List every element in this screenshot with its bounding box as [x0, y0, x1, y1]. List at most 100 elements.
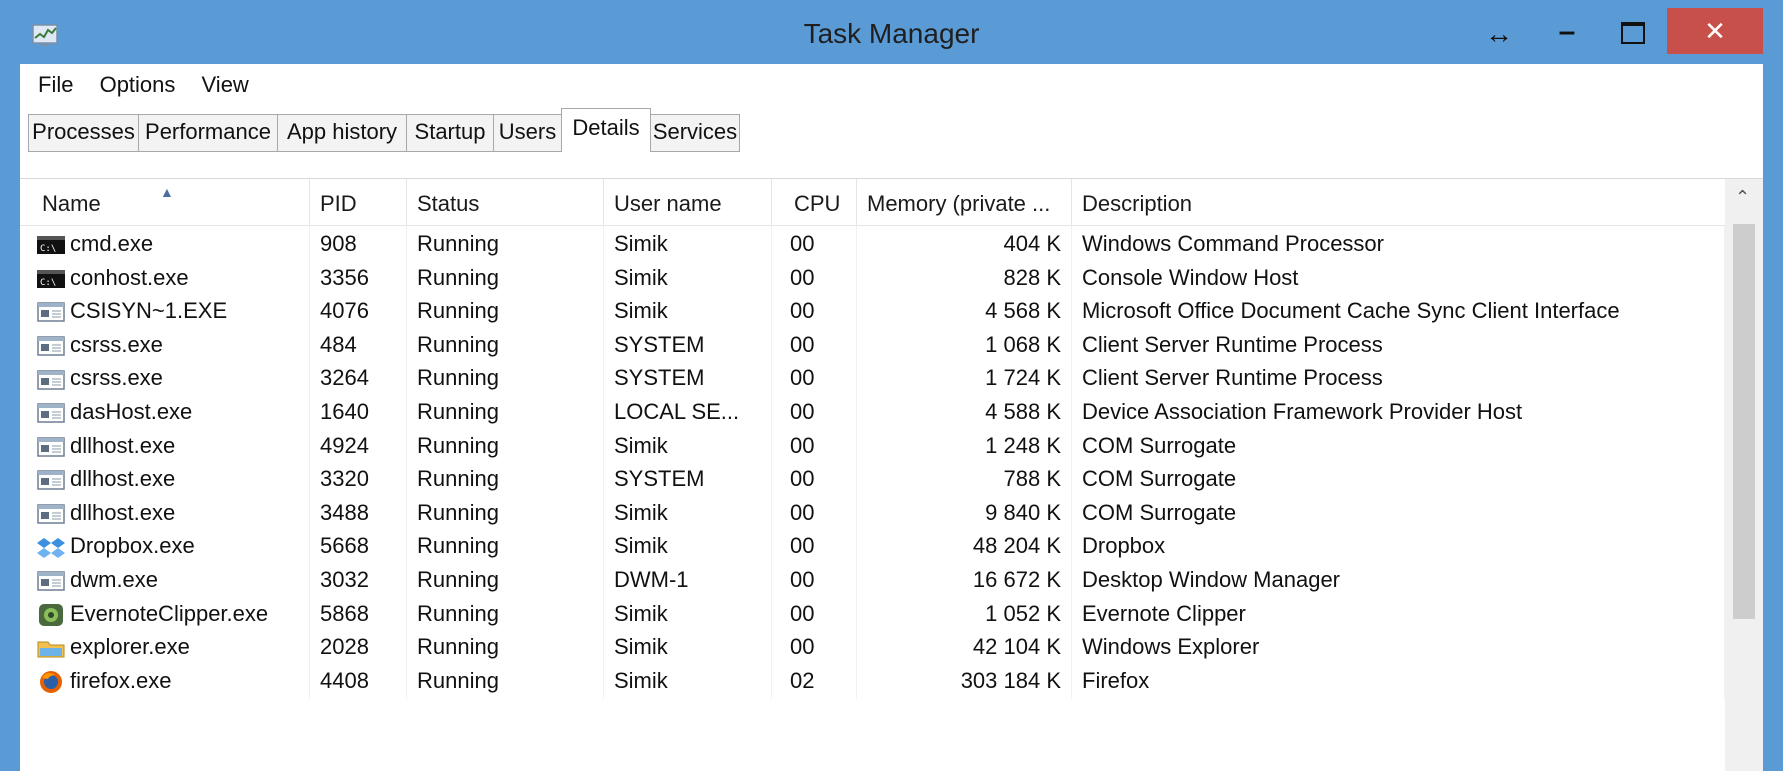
- evernote-icon: [36, 601, 66, 626]
- table-row[interactable]: EvernoteClipper.exe 5868 Running Simik 00 1 0…: [20, 594, 1725, 632]
- cell-status: Running: [407, 258, 604, 296]
- cell-name: dllhost.exe: [20, 493, 310, 531]
- table-row[interactable]: csrss.exe 484 Running SYSTEM 00 1 068 K Client…: [20, 325, 1725, 363]
- cell-memory: 828 K: [857, 258, 1072, 296]
- cell-pid: 1640: [310, 393, 407, 430]
- process-name: cmd.exe: [70, 231, 154, 256]
- resize-icon[interactable]: ↔: [1485, 18, 1513, 50]
- console-icon: C:\: [36, 231, 66, 255]
- tab-app-history[interactable]: App history: [277, 114, 407, 152]
- cell-name: dllhost.exe: [20, 460, 310, 498]
- cell-status: Running: [407, 292, 604, 330]
- table-row[interactable]: dllhost.exe 3320 Running SYSTEM 00 788 K COM S…: [20, 460, 1725, 498]
- cell-name: csrss.exe: [20, 325, 310, 363]
- cell-memory: 1 724 K: [857, 359, 1072, 397]
- column-header-memory[interactable]: Memory (private ...: [857, 179, 1072, 225]
- cell-user: LOCAL SE...: [604, 393, 772, 430]
- process-name: firefox.exe: [70, 667, 172, 693]
- cell-memory: 1 248 K: [857, 426, 1072, 464]
- cell-pid: 3488: [310, 493, 407, 531]
- cell-memory: 404 K: [857, 225, 1072, 262]
- cell-name: dllhost.exe: [20, 426, 310, 464]
- process-table: Name ▲ PID Status User name CPU Memory (…: [20, 179, 1725, 771]
- cell-name: csrss.exe: [20, 359, 310, 397]
- title-bar[interactable]: Task Manager ↔ – ✕: [20, 8, 1763, 64]
- cell-user: Simik: [604, 661, 772, 699]
- cell-user: Simik: [604, 426, 772, 464]
- column-header-name[interactable]: Name ▲: [20, 179, 310, 225]
- menu-file[interactable]: File: [20, 64, 83, 106]
- table-row[interactable]: Dropbox.exe 5668 Running Simik 00 48 204 K Dro…: [20, 527, 1725, 565]
- process-name: Dropbox.exe: [70, 533, 195, 559]
- table-row[interactable]: dllhost.exe 4924 Running Simik 00 1 248 K COM …: [20, 426, 1725, 464]
- tab-performance[interactable]: Performance: [138, 114, 278, 152]
- close-button[interactable]: ✕: [1667, 8, 1763, 54]
- process-name: explorer.exe: [70, 634, 190, 660]
- cell-pid: 3320: [310, 460, 407, 498]
- cell-status: Running: [407, 561, 604, 598]
- cell-status: Running: [407, 661, 604, 699]
- cell-description: Firefox: [1072, 661, 1725, 699]
- cell-status: Running: [407, 628, 604, 666]
- cell-description: COM Surrogate: [1072, 493, 1725, 531]
- cell-name: EvernoteClipper.exe: [20, 594, 310, 632]
- console-icon: C:\: [36, 265, 66, 289]
- process-name: dllhost.exe: [70, 466, 176, 492]
- cell-status: Running: [407, 460, 604, 498]
- table-row[interactable]: dwm.exe 3032 Running DWM-1 00 16 672 K Desktop…: [20, 561, 1725, 598]
- cell-user: Simik: [604, 493, 772, 531]
- column-header-user[interactable]: User name: [604, 179, 772, 225]
- menu-options[interactable]: Options: [90, 64, 186, 106]
- task-manager-window: Task Manager ↔ – ✕ File Options View Pro…: [0, 0, 1783, 771]
- scroll-up-icon[interactable]: ⌃: [1735, 187, 1750, 208]
- cell-memory: 1 052 K: [857, 594, 1072, 632]
- table-row[interactable]: CSISYN~1.EXE 4076 Running Simik 00 4 568 K Mic…: [20, 292, 1725, 330]
- column-header-status[interactable]: Status: [407, 179, 604, 225]
- cell-memory: 1 068 K: [857, 325, 1072, 363]
- tab-details[interactable]: Details: [561, 108, 651, 154]
- cell-cpu: 00: [772, 527, 857, 565]
- window-icon: [36, 399, 66, 423]
- cell-status: Running: [407, 225, 604, 262]
- tab-processes[interactable]: Processes: [28, 114, 139, 152]
- cell-pid: 4924: [310, 426, 407, 464]
- cell-description: Dropbox: [1072, 527, 1725, 565]
- cell-pid: 3032: [310, 561, 407, 598]
- column-header-pid[interactable]: PID: [310, 179, 407, 225]
- table-row[interactable]: csrss.exe 3264 Running SYSTEM 00 1 724 K Clien…: [20, 359, 1725, 397]
- cell-name: dasHost.exe: [20, 393, 310, 430]
- process-name: dwm.exe: [70, 567, 159, 592]
- tab-users[interactable]: Users: [493, 114, 562, 152]
- table-row[interactable]: C:\ conhost.exe 3356 Running Simik 00 828 K Con…: [20, 258, 1725, 296]
- cell-name: explorer.exe: [20, 628, 310, 666]
- column-header-name-label: Name: [42, 191, 101, 216]
- menu-view[interactable]: View: [192, 64, 259, 106]
- vertical-scrollbar[interactable]: ⌃: [1725, 179, 1763, 771]
- window-border-left: [0, 0, 20, 771]
- table-row[interactable]: C:\ cmd.exe 908 Running Simik 00 404 K Windows …: [20, 225, 1725, 262]
- tab-bar: Processes Performance App history Startu…: [20, 106, 1763, 154]
- tab-startup[interactable]: Startup: [406, 114, 494, 152]
- cell-memory: 42 104 K: [857, 628, 1072, 666]
- cell-status: Running: [407, 493, 604, 531]
- maximize-button[interactable]: [1621, 22, 1645, 44]
- table-row[interactable]: dasHost.exe 1640 Running LOCAL SE... 00 4 588…: [20, 393, 1725, 430]
- cell-cpu: 00: [772, 359, 857, 397]
- scroll-thumb[interactable]: [1733, 224, 1755, 619]
- cell-pid: 5868: [310, 594, 407, 632]
- cell-status: Running: [407, 325, 604, 363]
- minimize-button[interactable]: –: [1547, 14, 1587, 54]
- cell-pid: 3264: [310, 359, 407, 397]
- cell-user: SYSTEM: [604, 359, 772, 397]
- cell-memory: 4 568 K: [857, 292, 1072, 330]
- table-row[interactable]: dllhost.exe 3488 Running Simik 00 9 840 K COM …: [20, 493, 1725, 531]
- cell-description: Device Association Framework Provider Ho…: [1072, 393, 1725, 430]
- window-icon: [36, 433, 66, 457]
- tab-services[interactable]: Services: [650, 114, 740, 152]
- column-header-description[interactable]: Description: [1072, 179, 1725, 225]
- cell-cpu: 00: [772, 493, 857, 531]
- table-row[interactable]: firefox.exe 4408 Running Simik 02 303 184 K Fi…: [20, 661, 1725, 699]
- table-row[interactable]: explorer.exe 2028 Running Simik 00 42 104 K Wi…: [20, 628, 1725, 666]
- cell-status: Running: [407, 594, 604, 632]
- column-header-cpu[interactable]: CPU: [772, 179, 857, 225]
